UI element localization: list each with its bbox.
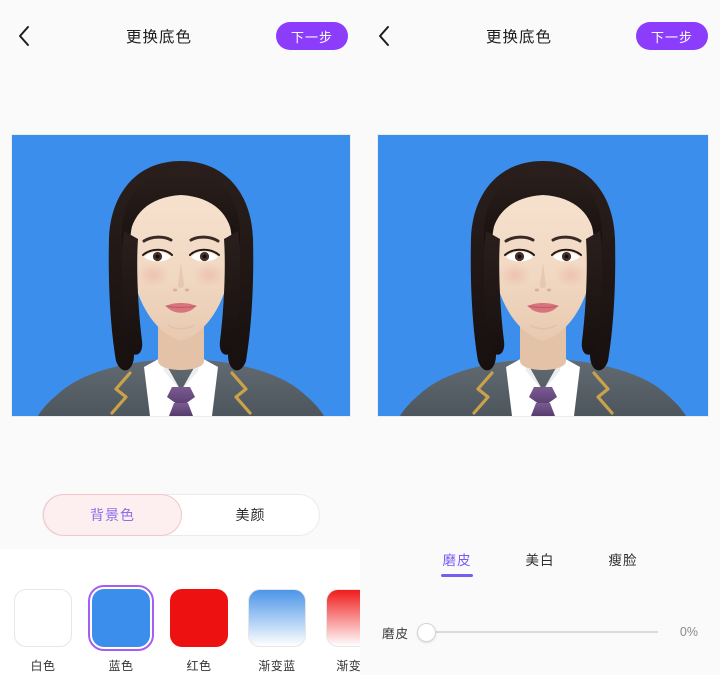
swatch-label: 蓝色 (108, 659, 134, 673)
beauty-tab-slim-face[interactable]: 瘦脸 (609, 549, 638, 577)
swatch-item-gradient-blue[interactable]: 渐变蓝 (246, 589, 308, 674)
smooth-slider[interactable] (417, 622, 658, 642)
beauty-tab-smooth[interactable]: 磨皮 (443, 549, 472, 577)
beauty-tab-whiten[interactable]: 美白 (526, 549, 555, 577)
id-photo-image (378, 135, 708, 416)
swatch-item-gradient-red[interactable]: 渐变红 (324, 589, 360, 674)
header-bar-left: 更换底色 下一步 (0, 0, 360, 72)
panel-beauty: 更换底色 下一步 磨皮 美白 瘦脸 磨皮 0% (360, 0, 720, 675)
swatch-label: 红色 (186, 659, 212, 673)
smooth-slider-row: 磨皮 0% (360, 622, 720, 642)
swatch-gradient-blue (248, 589, 306, 647)
tab-background-color[interactable]: 背景色 (43, 494, 182, 536)
swatch-red (170, 589, 228, 647)
slider-track (417, 631, 658, 633)
color-swatch-row: 白色 蓝色 红色 渐变蓝 渐变红 (12, 585, 360, 674)
slider-label: 磨皮 (382, 626, 410, 641)
color-swatch-tray: 白色 蓝色 红色 渐变蓝 渐变红 (0, 549, 360, 675)
back-button[interactable] (2, 14, 46, 58)
segmented-control-left: 背景色 美颜 (42, 494, 320, 536)
id-photo-preview[interactable] (378, 135, 708, 416)
slider-knob[interactable] (417, 622, 437, 642)
swatch-item-red[interactable]: 红色 (168, 589, 230, 674)
chevron-left-icon (379, 26, 389, 46)
swatch-blue (88, 585, 154, 651)
swatch-label: 渐变红 (336, 659, 360, 673)
next-step-button[interactable]: 下一步 (275, 22, 348, 50)
page-title: 更换底色 (125, 29, 192, 46)
id-photo-preview[interactable] (12, 135, 350, 416)
page-title: 更换底色 (485, 29, 552, 46)
swatch-white (14, 589, 72, 647)
swatch-item-blue[interactable]: 蓝色 (88, 585, 154, 674)
panel-background-color: 更换底色 下一步 背景色 美颜 白色 蓝色 红色 渐变蓝 渐变 (0, 0, 360, 675)
back-button[interactable] (362, 14, 406, 58)
swatch-label: 白色 (30, 659, 56, 673)
id-photo-image (12, 135, 350, 416)
tab-beauty[interactable]: 美颜 (182, 494, 319, 536)
swatch-item-white[interactable]: 白色 (12, 589, 74, 674)
app-root: 更换底色 下一步 背景色 美颜 白色 蓝色 红色 渐变蓝 渐变 更换底色 下一步… (0, 0, 720, 675)
header-bar-right: 更换底色 下一步 (360, 0, 720, 72)
swatch-label: 渐变蓝 (258, 659, 296, 673)
slider-value: 0% (679, 625, 698, 639)
next-step-button[interactable]: 下一步 (635, 22, 708, 50)
swatch-gradient-red (326, 589, 360, 647)
beauty-tab-bar: 磨皮 美白 瘦脸 (360, 549, 720, 577)
chevron-left-icon (19, 26, 29, 46)
